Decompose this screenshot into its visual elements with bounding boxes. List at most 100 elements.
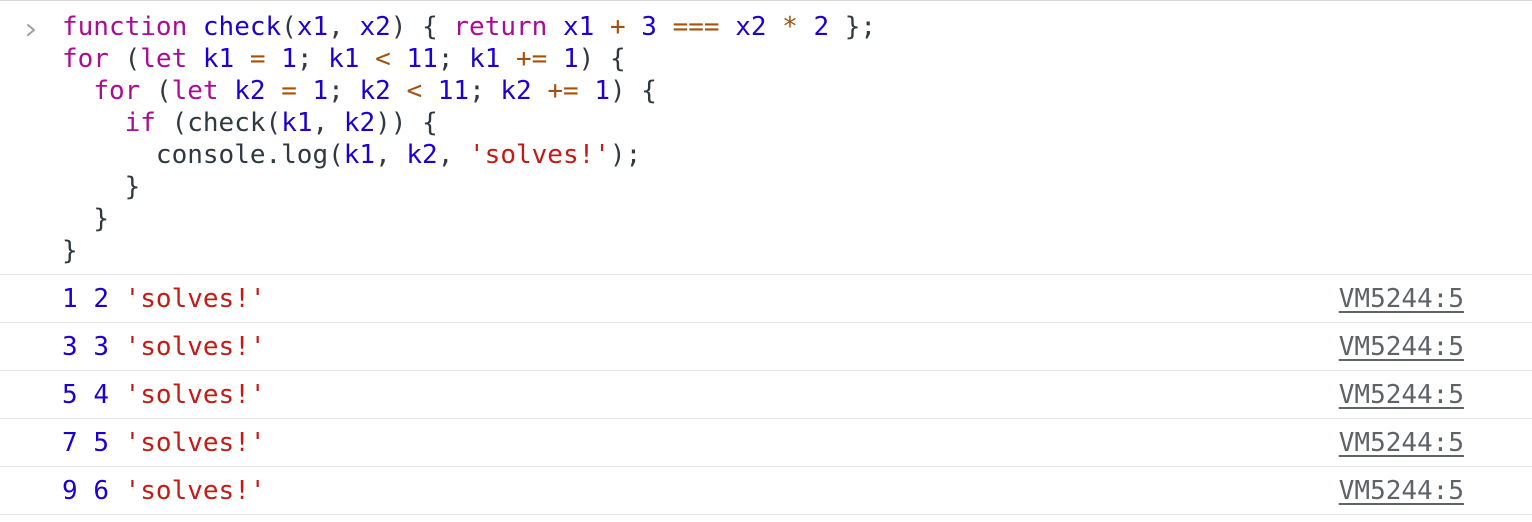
log-message: 5 4 'solves!' bbox=[62, 379, 266, 411]
code-keyword: for bbox=[93, 76, 141, 106]
log-value-k1: 9 bbox=[62, 476, 78, 506]
code-punctuation: } bbox=[62, 236, 78, 266]
code-keyword: let bbox=[140, 44, 188, 74]
code-line: function check(x1, x2) { return x1 + 3 =… bbox=[62, 11, 876, 43]
code-variable: x1 bbox=[562, 12, 595, 42]
chevron-right-icon bbox=[22, 15, 40, 45]
code-punctuation: ); bbox=[609, 140, 642, 170]
console-log-row: 7 5 'solves!' VM5244:5 bbox=[0, 419, 1532, 467]
code-text: console bbox=[155, 140, 266, 170]
console-log-row: 3 3 'solves!' VM5244:5 bbox=[0, 323, 1532, 371]
code-variable: k2 bbox=[500, 76, 532, 106]
code-punctuation: ( bbox=[140, 76, 172, 106]
code-number: 1 bbox=[312, 76, 329, 106]
code-number: 1 bbox=[594, 76, 610, 106]
log-source-link[interactable]: VM5244:5 bbox=[1339, 331, 1464, 363]
code-operator: += bbox=[516, 44, 548, 74]
code-punctuation: }; bbox=[829, 12, 877, 42]
log-value-k1: 5 bbox=[62, 380, 78, 410]
code-punctuation: ) { bbox=[609, 76, 657, 106]
log-value-k2: 3 bbox=[93, 332, 109, 362]
console-log-row: 1 2 'solves!' VM5244:5 bbox=[0, 275, 1532, 323]
code-number: 11 bbox=[437, 76, 470, 106]
code-punctuation: )) { bbox=[375, 108, 438, 138]
code-operator: = bbox=[249, 44, 266, 74]
code-identifier: x1 bbox=[296, 12, 329, 42]
code-number: 11 bbox=[406, 44, 438, 74]
code-keyword: if bbox=[124, 108, 156, 138]
log-source-link[interactable]: VM5244:5 bbox=[1339, 475, 1464, 507]
log-value-k2: 2 bbox=[93, 284, 109, 314]
code-operator: * bbox=[782, 12, 798, 42]
code-number: 1 bbox=[281, 44, 297, 74]
code-variable: k1 bbox=[328, 44, 360, 74]
log-value-k1: 1 bbox=[62, 284, 78, 314]
log-source-link[interactable]: VM5244:5 bbox=[1339, 427, 1464, 459]
code-number: 2 bbox=[813, 12, 830, 42]
log-value-k1: 7 bbox=[62, 428, 78, 458]
log-message: 9 6 'solves!' bbox=[62, 475, 266, 507]
log-message: 7 5 'solves!' bbox=[62, 427, 266, 459]
code-punctuation: ( bbox=[155, 108, 188, 138]
log-message: 3 3 'solves!' bbox=[62, 331, 266, 363]
log-value-string: 'solves!' bbox=[124, 284, 266, 314]
code-text: check bbox=[187, 108, 266, 138]
log-value-k1: 3 bbox=[62, 332, 78, 362]
code-operator: + bbox=[609, 12, 626, 42]
code-identifier: k1 bbox=[202, 44, 235, 74]
code-line: } bbox=[62, 235, 876, 267]
code-operator: === bbox=[672, 12, 720, 42]
code-keyword: let bbox=[171, 76, 219, 106]
code-operator: += bbox=[547, 76, 579, 106]
log-value-string: 'solves!' bbox=[124, 332, 266, 362]
code-identifier: k2 bbox=[234, 76, 266, 106]
code-line: if (check(k1, k2)) { bbox=[62, 107, 876, 139]
code-keyword: return bbox=[453, 12, 548, 42]
log-value-string: 'solves!' bbox=[124, 428, 266, 458]
code-identifier: x2 bbox=[359, 12, 391, 42]
code-punctuation: ; bbox=[437, 44, 470, 74]
log-value-string: 'solves!' bbox=[124, 476, 266, 506]
code-string: 'solves!' bbox=[469, 140, 610, 170]
code-keyword: function bbox=[62, 12, 188, 42]
code-line: } bbox=[62, 171, 876, 203]
code-punctuation: ; bbox=[328, 76, 360, 106]
log-value-k2: 5 bbox=[93, 428, 109, 458]
log-value-k2: 6 bbox=[93, 476, 109, 506]
console-input-entry[interactable]: function check(x1, x2) { return x1 + 3 =… bbox=[0, 1, 1532, 275]
code-line: } bbox=[62, 203, 876, 235]
code-variable: k1 bbox=[469, 44, 501, 74]
log-value-k2: 4 bbox=[93, 380, 109, 410]
code-block[interactable]: function check(x1, x2) { return x1 + 3 =… bbox=[62, 11, 876, 267]
code-line: console.log(k1, k2, 'solves!'); bbox=[62, 139, 876, 171]
code-variable: k1 bbox=[281, 108, 313, 138]
code-variable: k2 bbox=[359, 76, 391, 106]
code-punctuation: ( bbox=[265, 108, 282, 138]
code-punctuation: } bbox=[93, 204, 109, 234]
log-source-link[interactable]: VM5244:5 bbox=[1339, 379, 1464, 411]
console-log-row: 9 6 'solves!' VM5244:5 bbox=[0, 467, 1532, 515]
code-punctuation: . bbox=[265, 140, 282, 170]
code-line: for (let k1 = 1; k1 < 11; k1 += 1) { bbox=[62, 43, 876, 75]
code-variable: k2 bbox=[343, 108, 376, 138]
devtools-console: function check(x1, x2) { return x1 + 3 =… bbox=[0, 0, 1532, 522]
log-source-link[interactable]: VM5244:5 bbox=[1339, 283, 1464, 315]
console-log-row: 5 4 'solves!' VM5244:5 bbox=[0, 371, 1532, 419]
